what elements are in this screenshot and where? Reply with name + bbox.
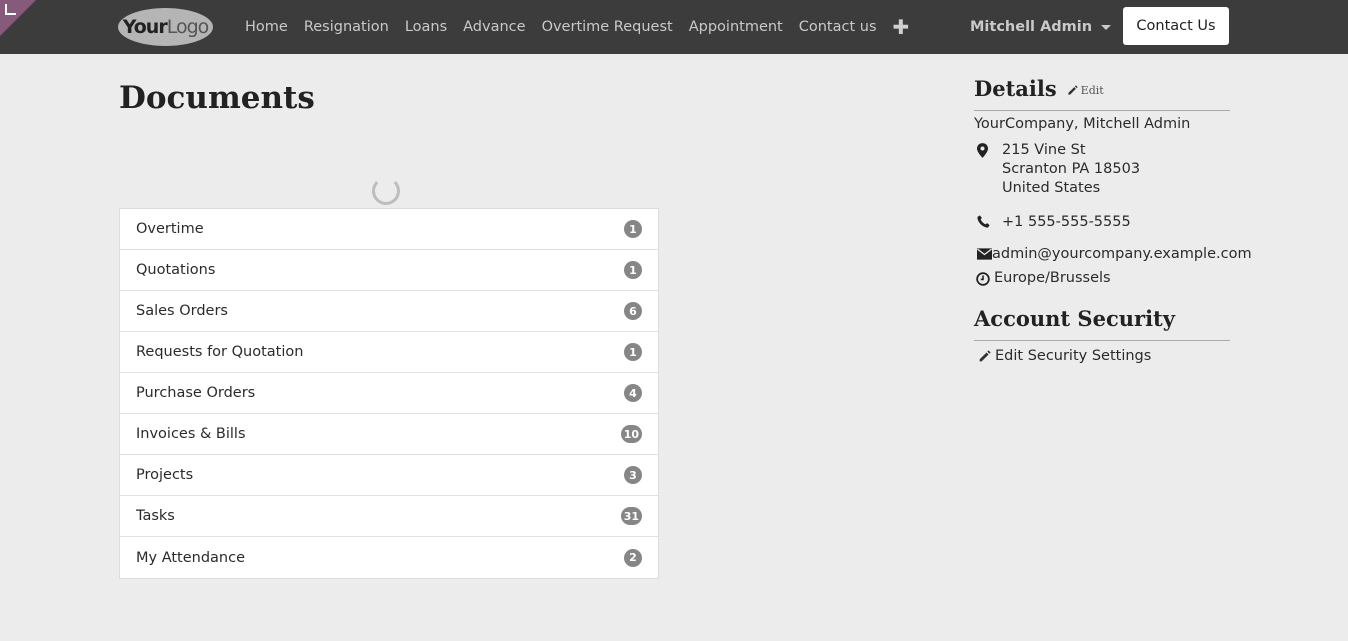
page-title: Documents — [119, 80, 315, 116]
count-badge: 2 — [624, 548, 642, 567]
list-item-overtime[interactable]: Overtime 1 — [120, 209, 658, 250]
count-badge: 4 — [624, 384, 642, 402]
edit-label: Edit — [1080, 84, 1104, 97]
documents-list: Overtime 1 Quotations 1 Sales Orders 6 R… — [119, 208, 659, 579]
pencil-icon — [1068, 85, 1078, 95]
list-item-label: Tasks — [136, 508, 175, 524]
list-item-invoices-bills[interactable]: Invoices & Bills 10 — [120, 414, 658, 455]
edit-security-label: Edit Security Settings — [995, 348, 1152, 364]
nav-home[interactable]: Home — [237, 19, 296, 35]
count-badge: 1 — [624, 261, 642, 279]
list-item-tasks[interactable]: Tasks 31 — [120, 496, 658, 537]
map-marker-icon — [974, 141, 1002, 198]
list-item-label: Purchase Orders — [136, 385, 256, 401]
address-block: 215 Vine St Scranton PA 18503 United Sta… — [974, 141, 1230, 198]
envelope-icon — [974, 245, 992, 264]
top-navbar: Your Logo Home Resignation Loans Advance … — [0, 0, 1348, 54]
phone-icon — [974, 213, 1002, 232]
list-item-label: Invoices & Bills — [136, 426, 246, 442]
nav-overtime-request[interactable]: Overtime Request — [534, 19, 681, 35]
count-badge: 31 — [620, 507, 642, 525]
count-badge: 6 — [624, 302, 642, 320]
count-badge: 3 — [624, 466, 642, 484]
nav-loans[interactable]: Loans — [397, 19, 455, 35]
details-heading: Details Edit — [974, 76, 1230, 101]
details-panel: Details Edit YourCompany, Mitchell Admin… — [974, 76, 1252, 364]
user-name: Mitchell Admin — [970, 19, 1093, 35]
edit-security-settings-link[interactable]: Edit Security Settings — [974, 348, 1230, 364]
phone-number: +1 555-555-5555 — [1002, 214, 1131, 230]
list-item-label: My Attendance — [136, 549, 246, 566]
list-item-label: Sales Orders — [136, 303, 228, 319]
count-badge: 1 — [624, 220, 642, 238]
divider — [974, 340, 1230, 341]
nav-menu: Home Resignation Loans Advance Overtime … — [237, 0, 917, 54]
address-line-2: Scranton PA 18503 — [1002, 161, 1141, 177]
caret-down-icon — [1101, 24, 1112, 30]
nav-advance[interactable]: Advance — [455, 19, 533, 35]
pencil-icon — [979, 349, 991, 361]
nav-resignation[interactable]: Resignation — [296, 19, 397, 35]
company-logo[interactable]: Your Logo — [118, 8, 213, 46]
timezone-value: Europe/Brussels — [994, 270, 1111, 286]
list-item-requests-for-quotation[interactable]: Requests for Quotation 1 — [120, 332, 658, 373]
count-badge: 1 — [624, 343, 642, 361]
email-address: admin@yourcompany.example.com — [992, 246, 1252, 262]
user-dropdown[interactable]: Mitchell Admin — [970, 0, 1112, 54]
address-line-1: 215 Vine St — [1002, 142, 1086, 158]
add-menu-plus-icon[interactable]: ✚ — [885, 15, 918, 39]
email-row: admin@yourcompany.example.com — [974, 245, 1252, 264]
count-badge: 10 — [620, 425, 642, 443]
nav-contact-us[interactable]: Contact us — [791, 19, 885, 35]
list-item-projects[interactable]: Projects 3 — [120, 455, 658, 496]
list-item-label: Requests for Quotation — [136, 344, 304, 360]
list-item-label: Projects — [136, 467, 194, 483]
contact-us-button[interactable]: Contact Us — [1123, 7, 1229, 45]
clock-icon — [974, 271, 994, 286]
list-item-label: Quotations — [136, 262, 216, 278]
list-item-my-attendance[interactable]: My Attendance 2 — [120, 537, 658, 578]
loading-spinner-icon — [372, 177, 400, 205]
details-title: Details — [974, 76, 1057, 101]
list-item-label: Overtime — [136, 221, 204, 237]
list-item-sales-orders[interactable]: Sales Orders 6 — [120, 291, 658, 332]
list-item-purchase-orders[interactable]: Purchase Orders 4 — [120, 373, 658, 414]
list-item-quotations[interactable]: Quotations 1 — [120, 250, 658, 291]
edit-details-link[interactable]: Edit — [1067, 84, 1104, 97]
timezone-row: Europe/Brussels — [974, 269, 1230, 288]
account-security-heading: Account Security — [974, 306, 1175, 331]
address-line-3: United States — [1002, 180, 1101, 196]
expand-icon[interactable] — [5, 4, 16, 15]
divider — [974, 110, 1230, 111]
nav-appointment[interactable]: Appointment — [681, 19, 791, 35]
phone-row: +1 555-555-5555 — [974, 213, 1230, 232]
company-user-name: YourCompany, Mitchell Admin — [974, 116, 1191, 132]
